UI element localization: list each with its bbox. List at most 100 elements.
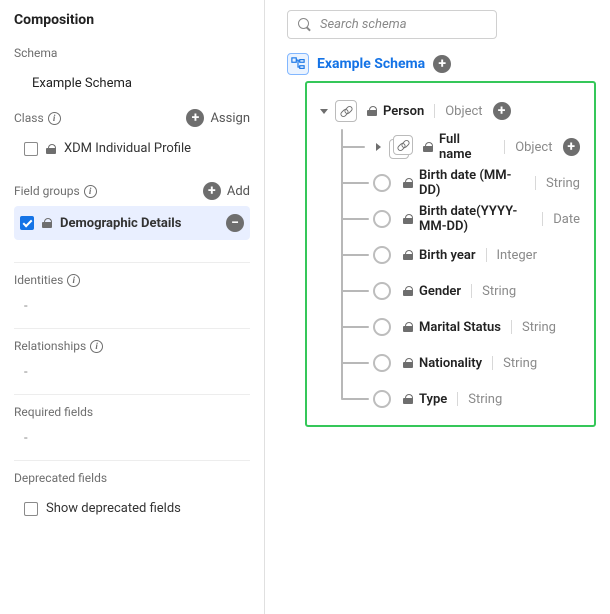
node-label: Gender xyxy=(419,284,461,299)
node-type: Object xyxy=(445,104,482,119)
schema-root-label: Example Schema xyxy=(317,56,425,72)
assign-class-button[interactable]: Assign xyxy=(186,109,250,127)
node-type: Object xyxy=(515,140,552,155)
tree-node[interactable]: Marital Status String xyxy=(341,309,580,345)
tree-line xyxy=(341,362,369,364)
divider xyxy=(14,262,250,263)
chevron-down-icon[interactable] xyxy=(319,106,329,116)
schema-root-row[interactable]: Example Schema xyxy=(287,53,596,75)
info-icon[interactable] xyxy=(90,340,103,353)
divider xyxy=(14,328,250,329)
lock-icon xyxy=(403,394,413,404)
checkbox[interactable] xyxy=(24,502,38,516)
lock-icon xyxy=(42,218,52,228)
node-label: Birth date (MM-DD) xyxy=(419,168,525,198)
schema-name[interactable]: Example Schema xyxy=(14,68,250,99)
checkbox[interactable] xyxy=(24,142,38,156)
field-icon xyxy=(373,174,391,192)
node-label: Marital Status xyxy=(419,320,501,335)
field-icon xyxy=(373,210,391,228)
lock-icon xyxy=(46,144,56,154)
separator xyxy=(504,140,505,154)
object-icon xyxy=(335,100,357,122)
show-deprecated-toggle[interactable]: Show deprecated fields xyxy=(14,493,250,524)
tree-line xyxy=(341,218,369,220)
field-icon xyxy=(373,282,391,300)
tree-line xyxy=(341,146,365,148)
add-field-button[interactable] xyxy=(433,55,451,73)
info-icon[interactable] xyxy=(84,185,97,198)
tree-node[interactable]: Nationality String xyxy=(341,345,580,381)
add-field-button[interactable] xyxy=(493,102,511,120)
add-field-button[interactable] xyxy=(563,138,581,156)
node-type: String xyxy=(468,392,502,407)
object-icon xyxy=(389,135,413,159)
field-icon xyxy=(373,354,391,372)
remove-fieldgroup-button[interactable] xyxy=(226,214,244,232)
identities-section-label: Identities xyxy=(14,273,250,287)
plus-icon xyxy=(203,182,221,200)
show-deprecated-label: Show deprecated fields xyxy=(46,501,181,516)
schema-canvas: Search schema Example Schema Person Obje… xyxy=(265,0,610,614)
class-section-label: Class xyxy=(14,111,61,125)
tree-node[interactable]: Birth date (MM-DD) String xyxy=(341,165,580,201)
node-type: String xyxy=(546,176,580,191)
schema-root-icon xyxy=(287,53,309,75)
separator xyxy=(511,320,512,334)
composition-panel: Composition Schema Example Schema Class … xyxy=(0,0,265,614)
node-type: String xyxy=(482,284,516,299)
node-label: Person xyxy=(383,104,424,119)
node-label: Type xyxy=(419,392,447,407)
tree-line xyxy=(341,398,369,400)
search-icon xyxy=(298,18,312,32)
field-icon xyxy=(373,390,391,408)
panel-title: Composition xyxy=(14,12,250,28)
required-section-label: Required fields xyxy=(14,405,250,419)
fieldgroups-section-label: Field groups xyxy=(14,184,97,198)
relationships-empty: - xyxy=(14,361,250,384)
relationships-section-label: Relationships xyxy=(14,339,250,353)
node-label: Birth date(YYYY-MM-DD) xyxy=(419,204,532,234)
search-placeholder: Search schema xyxy=(320,17,407,32)
tree-node-person[interactable]: Person Object xyxy=(319,93,580,129)
class-item-label: XDM Individual Profile xyxy=(64,141,191,156)
tree-node[interactable]: Birth year Integer xyxy=(341,237,580,273)
info-icon[interactable] xyxy=(48,112,61,125)
tree-node[interactable]: Type String xyxy=(341,381,580,417)
info-icon[interactable] xyxy=(67,274,80,287)
lock-icon xyxy=(403,322,413,332)
fieldgroup-item[interactable]: Demographic Details xyxy=(14,206,250,240)
divider xyxy=(14,394,250,395)
node-type: Integer xyxy=(497,248,537,263)
node-label: Nationality xyxy=(419,356,482,371)
checkbox[interactable] xyxy=(20,216,34,230)
lock-icon xyxy=(403,286,413,296)
lock-icon xyxy=(403,250,413,260)
node-type: Date xyxy=(553,212,580,227)
tree-node[interactable]: Birth date(YYYY-MM-DD) Date xyxy=(341,201,580,237)
tree-line xyxy=(341,326,369,328)
separator xyxy=(535,176,536,190)
fieldgroup-item-label: Demographic Details xyxy=(60,216,181,231)
separator xyxy=(434,104,435,118)
separator xyxy=(457,392,458,406)
tree-node-fullname[interactable]: Full name Object xyxy=(341,129,580,165)
tree-node[interactable]: Gender String xyxy=(341,273,580,309)
tree-line xyxy=(341,254,369,256)
search-input[interactable]: Search schema xyxy=(287,10,497,39)
chevron-right-icon[interactable] xyxy=(373,142,383,152)
tree-highlight: Person Object Full name xyxy=(305,81,596,427)
lock-icon xyxy=(403,178,413,188)
add-fieldgroup-button[interactable]: Add xyxy=(203,182,250,200)
separator xyxy=(486,248,487,262)
separator xyxy=(492,356,493,370)
tree-line xyxy=(341,182,369,184)
lock-icon xyxy=(423,142,433,152)
tree-line xyxy=(341,290,369,292)
required-empty: - xyxy=(14,427,250,450)
divider xyxy=(14,460,250,461)
class-item[interactable]: XDM Individual Profile xyxy=(14,133,250,164)
node-type: String xyxy=(503,356,537,371)
deprecated-section-label: Deprecated fields xyxy=(14,471,250,485)
schema-section-label: Schema xyxy=(14,46,250,60)
